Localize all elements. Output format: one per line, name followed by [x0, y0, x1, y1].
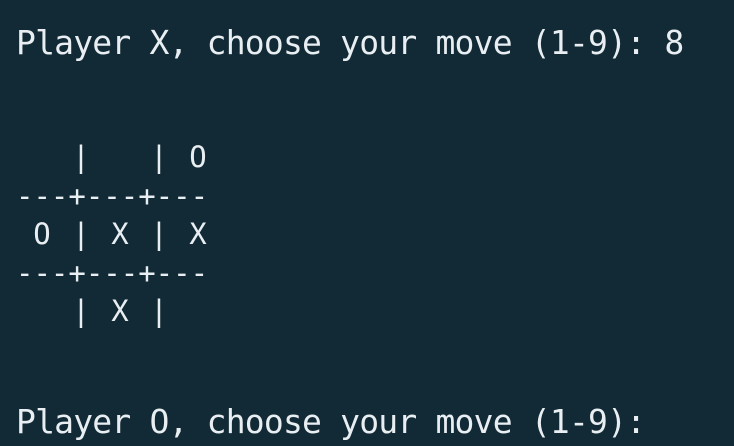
- cell-separator: |: [72, 294, 90, 328]
- board-cell-6: X: [189, 217, 207, 251]
- board-divider: ---+---+---: [16, 178, 209, 213]
- board-cell-3: O: [189, 140, 207, 174]
- terminal-window[interactable]: Player X, choose your move (1-9): 8 | | O …: [0, 0, 734, 446]
- board-row-1: | | O: [16, 138, 224, 177]
- board-row-3: | X |: [16, 292, 224, 331]
- board-cell-4: O: [33, 217, 51, 251]
- board-cell-5: X: [111, 217, 129, 251]
- user-input-x: 8: [664, 23, 684, 62]
- tic-tac-toe-board: | | O ---+---+--- O | X | X ---+---+--- | X |: [16, 138, 224, 331]
- cell-separator: |: [72, 140, 90, 174]
- prompt-text-o: Player O, choose your move (1-9):: [16, 402, 665, 441]
- cell-separator: |: [150, 217, 168, 251]
- prompt-line-o: Player O, choose your move (1-9):: [16, 402, 664, 442]
- prompt-text-x: Player X, choose your move (1-9):: [16, 23, 665, 62]
- cell-separator: |: [150, 140, 168, 174]
- board-cell-8: X: [111, 294, 129, 328]
- cell-separator: |: [150, 294, 168, 328]
- board-row-2: O | X | X: [16, 215, 224, 254]
- prompt-line-x: Player X, choose your move (1-9): 8: [16, 23, 684, 63]
- board-divider: ---+---+---: [16, 255, 209, 290]
- cell-separator: |: [72, 217, 90, 251]
